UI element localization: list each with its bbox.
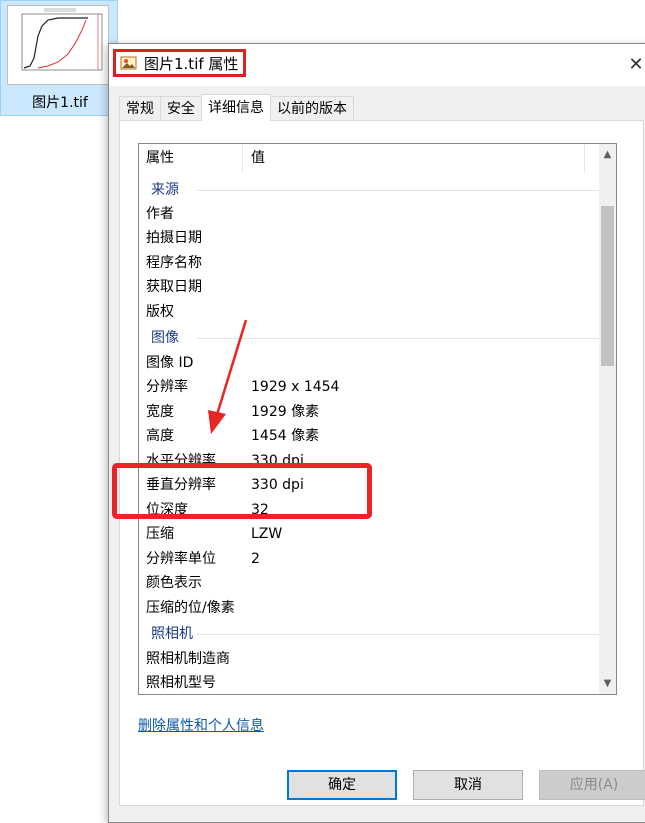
dialog-titlebar[interactable]: 图片1.tif 属性 ✕ bbox=[109, 44, 645, 86]
table-row[interactable]: 水平分辨率 330 dpi bbox=[139, 449, 599, 473]
file-name-label: 图片1.tif bbox=[32, 95, 88, 111]
list-header: 属性 值 bbox=[139, 144, 585, 172]
table-row[interactable]: 宽度 1929 像素 bbox=[139, 400, 599, 424]
file-thumbnail bbox=[7, 5, 109, 85]
group-image: 图像 bbox=[139, 326, 599, 350]
table-row[interactable]: 图像 ID bbox=[139, 351, 599, 375]
vertical-scrollbar[interactable]: ▲ ▼ bbox=[599, 144, 616, 694]
group-source: 来源 bbox=[139, 178, 599, 202]
properties-dialog: 图片1.tif 属性 ✕ 常规 安全 详细信息 以前的版本 属性 值 来源 作者… bbox=[108, 43, 645, 823]
group-label: 照相机 bbox=[151, 626, 193, 642]
table-row[interactable]: 拍摄日期 bbox=[139, 226, 599, 250]
dialog-title: 图片1.tif 属性 bbox=[144, 54, 239, 73]
property-list[interactable]: 属性 值 来源 作者 拍摄日期 程序名称 获取日期 版权 图像 图像 ID 分辨… bbox=[138, 143, 617, 695]
table-row[interactable]: 分辨率单位 2 bbox=[139, 547, 599, 571]
divider bbox=[197, 338, 599, 339]
column-header-value[interactable]: 值 bbox=[251, 144, 265, 172]
column-header-property[interactable]: 属性 bbox=[146, 144, 243, 172]
ok-button[interactable]: 确定 bbox=[287, 770, 397, 800]
chevron-down-icon[interactable]: ▼ bbox=[599, 675, 616, 692]
tab-bar: 常规 安全 详细信息 以前的版本 bbox=[119, 94, 354, 121]
table-row[interactable]: 照相机制造商 bbox=[139, 647, 599, 671]
table-row[interactable]: 程序名称 bbox=[139, 251, 599, 275]
table-row[interactable]: 获取日期 bbox=[139, 275, 599, 299]
table-row[interactable]: 版权 bbox=[139, 300, 599, 324]
table-row[interactable]: 高度 1454 像素 bbox=[139, 424, 599, 448]
apply-button[interactable]: 应用(A) bbox=[539, 770, 645, 800]
scrollbar-thumb[interactable] bbox=[601, 206, 614, 366]
group-camera: 照相机 bbox=[139, 622, 599, 646]
tab-previous-versions[interactable]: 以前的版本 bbox=[270, 96, 354, 120]
remove-properties-link[interactable]: 删除属性和个人信息 bbox=[138, 715, 264, 735]
table-row[interactable]: 分辨率 1929 x 1454 bbox=[139, 375, 599, 399]
desktop-file-item[interactable]: 图片1.tif bbox=[0, 0, 118, 116]
table-row[interactable]: 颜色表示 bbox=[139, 571, 599, 595]
details-panel: 属性 值 来源 作者 拍摄日期 程序名称 获取日期 版权 图像 图像 ID 分辨… bbox=[112, 120, 644, 806]
table-row[interactable]: 作者 bbox=[139, 202, 599, 226]
divider bbox=[197, 634, 599, 635]
group-label: 图像 bbox=[151, 330, 179, 346]
table-row[interactable]: 压缩的位/像素 bbox=[139, 596, 599, 620]
group-label: 来源 bbox=[151, 182, 179, 198]
chevron-up-icon[interactable]: ▲ bbox=[599, 146, 616, 163]
table-row[interactable]: 位深度 32 bbox=[139, 498, 599, 522]
cancel-button[interactable]: 取消 bbox=[413, 770, 523, 800]
tab-details[interactable]: 详细信息 bbox=[201, 94, 271, 121]
table-row[interactable]: 照相机型号 bbox=[139, 671, 599, 694]
table-row[interactable]: 垂直分辨率 330 dpi bbox=[139, 473, 599, 497]
table-row[interactable]: 压缩 LZW bbox=[139, 522, 599, 546]
close-icon[interactable]: ✕ bbox=[624, 53, 645, 77]
tab-security[interactable]: 安全 bbox=[160, 96, 202, 120]
divider bbox=[197, 190, 599, 191]
image-file-icon bbox=[120, 55, 138, 71]
column-separator bbox=[584, 144, 585, 172]
tab-general[interactable]: 常规 bbox=[119, 96, 161, 120]
title-highlight-box: 图片1.tif 属性 bbox=[113, 49, 247, 77]
